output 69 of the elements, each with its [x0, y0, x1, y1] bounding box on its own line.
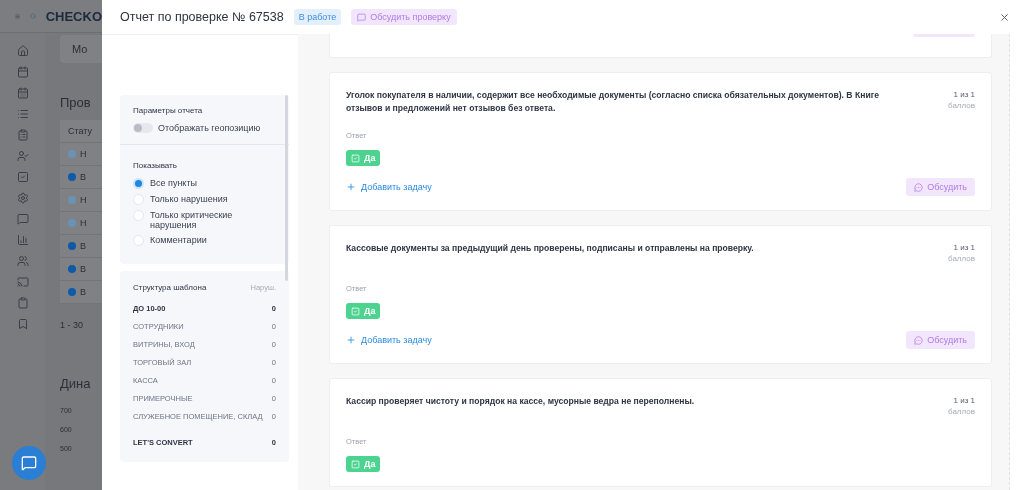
- question-text: Кассовые документы за предыдущий день проверены, подписаны и отправлены на проверку.: [346, 242, 754, 255]
- score-text: 1 из 1: [953, 89, 975, 100]
- score-unit: баллов: [948, 253, 975, 264]
- status-text: Н: [80, 218, 87, 228]
- nav-icon[interactable]: [16, 87, 29, 99]
- nav-icon[interactable]: [16, 129, 29, 141]
- radio-label: Комментарии: [150, 235, 207, 245]
- score-unit: баллов: [948, 100, 975, 111]
- status-text: Н: [80, 195, 87, 205]
- score-text: 1 из 1: [953, 242, 975, 253]
- radio-button[interactable]: [133, 210, 144, 221]
- add-task-link[interactable]: Добавить задачу: [346, 182, 432, 192]
- radio-button[interactable]: [133, 235, 144, 246]
- checkbox-icon: [351, 306, 360, 316]
- checkbox-icon: [351, 153, 360, 163]
- radio-label: Только критические нарушения: [150, 210, 234, 230]
- close-icon[interactable]: [999, 11, 1010, 23]
- discuss-check-button[interactable]: Обсудить проверку: [351, 9, 457, 25]
- radio-label: Все пункты: [150, 178, 197, 188]
- nav-icon[interactable]: [16, 171, 29, 183]
- nav-icon[interactable]: [16, 192, 29, 204]
- nav-icon[interactable]: [16, 255, 29, 267]
- radio-button[interactable]: [133, 178, 144, 189]
- answer-chip: Да: [346, 150, 381, 166]
- logo-text: CHECKO: [45, 8, 102, 24]
- structure-title: Структура шаблона: [133, 283, 207, 292]
- nav-icon[interactable]: [16, 66, 29, 78]
- status-text: В: [80, 264, 86, 274]
- nav-icon[interactable]: [16, 297, 29, 309]
- settings-title: Параметры отчета: [133, 106, 204, 115]
- radio-button[interactable]: [133, 194, 144, 205]
- chart-title: Дина: [60, 376, 92, 391]
- checkbox-icon: [351, 459, 360, 469]
- comment-icon: [914, 335, 924, 345]
- comment-icon: [357, 12, 367, 22]
- nav-icon[interactable]: [16, 108, 29, 120]
- plus-icon: [346, 335, 356, 345]
- pagination-text: 1 - 30: [60, 320, 84, 330]
- nav-icon[interactable]: [16, 318, 29, 330]
- nav-icon[interactable]: [16, 234, 29, 246]
- section-title: Пров: [60, 95, 92, 110]
- report-title: Отчет по проверке № 67538: [120, 10, 284, 24]
- status-badge: В работе: [293, 9, 342, 25]
- question-text: Кассир проверяет чистоту и порядок на кассе, мусорные ведра не переполнены.: [346, 395, 695, 408]
- question-text: Уголок покупателя в наличии, содержит все необходимые документы (согласно списка обязательных документов). В Книге отзывов и предложений нет отзывов без ответа.: [346, 89, 881, 115]
- radio-label: Только нарушения: [150, 194, 228, 204]
- toggle-label: Отображать геопозицию: [158, 123, 261, 133]
- comment-icon: [914, 182, 924, 192]
- filter-title: Показывать: [133, 161, 178, 170]
- status-text: В: [80, 287, 86, 297]
- plus-icon: [346, 182, 356, 192]
- discuss-button[interactable]: Обсудить: [906, 331, 975, 349]
- status-text: В: [80, 241, 86, 251]
- geo-toggle[interactable]: [133, 123, 153, 133]
- chat-icon: [21, 455, 37, 471]
- nav-icon[interactable]: [16, 213, 29, 225]
- status-text: Н: [80, 149, 87, 159]
- status-text: В: [80, 172, 86, 182]
- nav-icon[interactable]: [16, 276, 29, 288]
- tab-label[interactable]: Мо: [60, 35, 102, 63]
- nav-icon[interactable]: [16, 150, 29, 162]
- score-text: 1 из 1: [953, 395, 975, 406]
- add-task-link[interactable]: Добавить задачу: [346, 335, 432, 345]
- answer-chip: Да: [346, 456, 381, 472]
- score-unit: баллов: [948, 406, 975, 417]
- discuss-button[interactable]: Обсудить: [906, 178, 975, 196]
- nav-icon[interactable]: [16, 45, 29, 57]
- answer-chip: Да: [346, 303, 381, 319]
- column-header: Стату: [68, 126, 93, 136]
